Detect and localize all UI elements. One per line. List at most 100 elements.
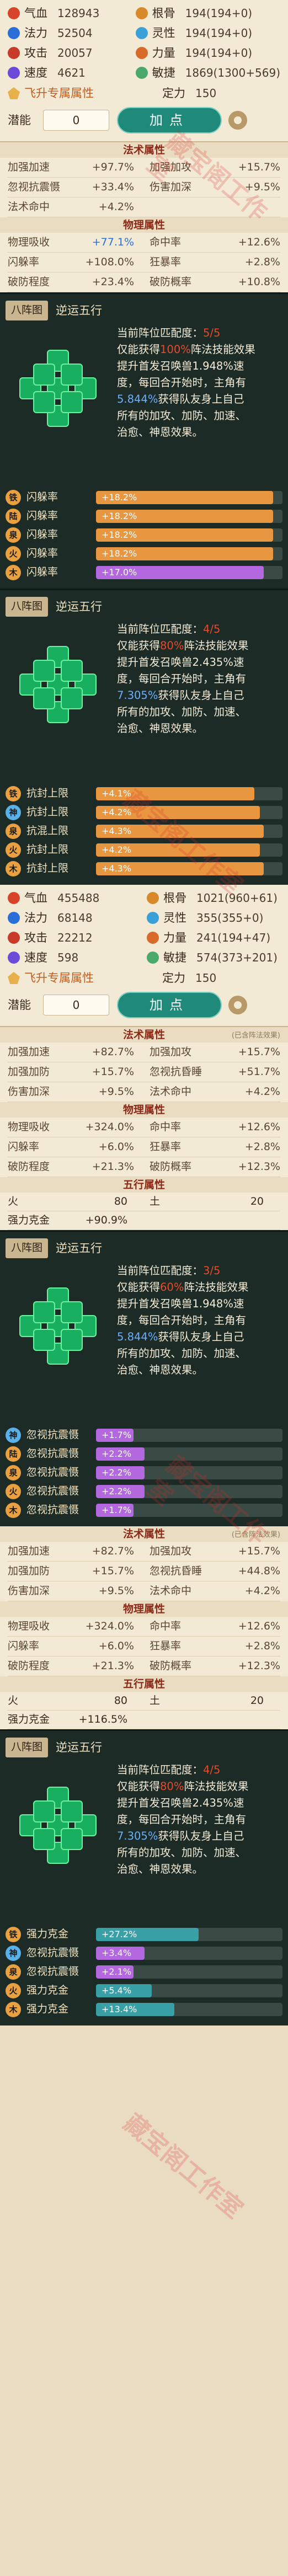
formation-panel: 八阵图 逆运五行 当前阵位匹配度：4/5 仅能获得80%阵法技能效果 提升首发召唤兽2.… xyxy=(0,589,288,885)
potential-input[interactable]: 0 xyxy=(43,110,109,131)
gear-icon[interactable] xyxy=(228,996,247,1014)
bar-value: +1.7% xyxy=(102,1430,132,1440)
desc-text: 80% xyxy=(160,1780,184,1793)
formation-cell[interactable] xyxy=(33,660,55,682)
dingli-value: 150 xyxy=(195,971,217,985)
bar-value: +4.3% xyxy=(102,863,132,874)
formation-bar-row: 木强力克金 +13.4% xyxy=(6,2000,282,2019)
bar-label: 强力克金 xyxy=(26,1928,69,1941)
attr-key: 伤害加深 xyxy=(8,1584,50,1597)
stat-label: 灵性 xyxy=(163,911,186,924)
formation-name: 逆运五行 xyxy=(56,600,103,613)
formation-cell[interactable] xyxy=(33,1301,55,1323)
formation-tag[interactable]: 八阵图 xyxy=(6,1738,49,1757)
formation-cell[interactable] xyxy=(33,687,55,709)
attr-cell: 忽视抗昏睡 +51.7% xyxy=(144,1062,280,1082)
stat-label: 根骨 xyxy=(152,6,175,20)
attr-key: 加强加攻 xyxy=(150,1544,192,1557)
formation-body: 当前阵位匹配度：3/5 仅能获得60%阵法技能效果 提升首发召唤兽1.948%速 度，… xyxy=(6,1263,282,1423)
formation-cell[interactable] xyxy=(61,391,83,413)
formation-bar-row: 火忽视抗震慑 +2.2% xyxy=(6,1482,282,1501)
formation-bars: 神忽视抗震慑 +1.7% 陆忽视抗震慑 +2.2% 泉忽视抗震慑 +2.2% 火忽视抗震慑 +… xyxy=(6,1426,282,1520)
stat-icon xyxy=(147,912,159,924)
stat-icon xyxy=(147,932,159,944)
page: 气血 128943 根骨 194(194+0) 法力 52504 灵性 194(194+0) 攻… xyxy=(0,0,288,2224)
stat-icon xyxy=(147,952,159,964)
stat-cell: 灵性 355(355+0) xyxy=(147,908,280,928)
desc-text: 治愈、神恩效果。 xyxy=(117,722,204,735)
attr-cell: 加强加速 +82.7% xyxy=(8,1043,144,1062)
formation-tag[interactable]: 八阵图 xyxy=(6,1238,49,1258)
stat-icon xyxy=(135,47,148,59)
stat-grid: 气血 128943 根骨 194(194+0) 法力 52504 灵性 194(194+0) 攻… xyxy=(8,3,280,83)
potential-input[interactable]: 0 xyxy=(43,995,109,1016)
formation-tag[interactable]: 八阵图 xyxy=(6,301,49,320)
formation-cell[interactable] xyxy=(61,687,83,709)
formation-cell[interactable] xyxy=(61,660,83,682)
attr-cell: 物理吸收 +77.1% xyxy=(8,233,144,253)
formation-cell[interactable] xyxy=(61,1828,83,1850)
formation-cell[interactable] xyxy=(33,1329,55,1351)
attr-key: 加强加速 xyxy=(8,161,50,173)
qiangli-cell: 强力克金 +116.5% xyxy=(8,1711,144,1729)
formation-bars: 铁闪躲率 +18.2% 陆闪躲率 +18.2% 泉闪躲率 +18.2% 火闪躲率 +18.2%… xyxy=(6,488,282,582)
wuxing-table: 火 80 土 20 强力克金 +116.5% xyxy=(0,1692,288,1729)
desc-text: 治愈、神恩效果。 xyxy=(117,1364,204,1376)
stat-cell: 力量 194(194+0) xyxy=(135,43,280,63)
formation-tag[interactable]: 八阵图 xyxy=(6,597,49,617)
attr-value: +9.5% xyxy=(98,1584,134,1597)
bar-value: +2.1% xyxy=(102,1966,132,1977)
wuxing-row: 火 80 土 20 xyxy=(8,1692,280,1711)
stat-label: 法力 xyxy=(24,911,47,924)
stats-card: 气血 128943 根骨 194(194+0) 法力 52504 灵性 194(194+0) 攻… xyxy=(0,0,288,142)
bar-track: +4.1% xyxy=(96,787,282,800)
desc-text: 7.305% xyxy=(117,1830,158,1842)
element-badge: 泉 xyxy=(6,1465,21,1481)
attr-cell: 破防概率 +10.8% xyxy=(144,272,280,292)
desc-text: 3/5 xyxy=(203,1264,221,1277)
stat-value: 194(194+0) xyxy=(185,26,253,40)
wuxing-cell: 土 20 xyxy=(144,1692,280,1710)
stat-cell: 灵性 194(194+0) xyxy=(135,23,280,43)
fashu-header-text: 法术属性 xyxy=(122,1029,165,1041)
attr-value: +44.8% xyxy=(238,1564,280,1577)
attr-cell: 狂暴率 +2.8% xyxy=(144,1137,280,1157)
wuxing-cell: 土 20 xyxy=(144,1193,280,1211)
formation-bar-row: 神忽视抗震慑 +3.4% xyxy=(6,1944,282,1963)
element-badge: 木 xyxy=(6,2002,21,2017)
element-badge: 铁 xyxy=(6,490,21,505)
stat-label: 攻击 xyxy=(24,46,47,60)
bar-label: 忽视抗震慑 xyxy=(26,1485,79,1498)
formation-cell[interactable] xyxy=(61,1800,83,1823)
element-badge: 木 xyxy=(6,1503,21,1518)
formation-description: 当前阵位匹配度：4/5 仅能获得80%阵法技能效果 提升首发召唤兽2.435%速 度，… xyxy=(110,621,248,781)
formation-cell[interactable] xyxy=(61,364,83,386)
attr-key: 物理吸收 xyxy=(8,1120,50,1133)
attr-key: 加强加防 xyxy=(8,1564,50,1577)
wuxing-element: 火 xyxy=(8,1195,19,1207)
wuxing-table: 火 80 土 20 强力克金 +90.9% xyxy=(0,1193,288,1230)
attr-value: +77.1% xyxy=(92,236,134,248)
element-badge: 木 xyxy=(6,861,21,877)
stat-value: 355(355+0) xyxy=(196,911,264,924)
formation-cell[interactable] xyxy=(33,391,55,413)
formation-cell[interactable] xyxy=(61,1301,83,1323)
attr-value: +21.3% xyxy=(92,1160,134,1173)
stat-icon xyxy=(8,67,20,79)
formation-cell[interactable] xyxy=(33,364,55,386)
desc-text: 治愈、神恩效果。 xyxy=(117,1863,204,1875)
gear-icon[interactable] xyxy=(228,111,247,130)
bar-label: 忽视抗震慑 xyxy=(26,1965,79,1978)
add-point-button[interactable]: 加点 xyxy=(117,992,222,1018)
formation-cell[interactable] xyxy=(33,1800,55,1823)
add-point-button[interactable]: 加点 xyxy=(117,107,222,133)
desc-text: 所有的加攻、加防、加速、 xyxy=(117,1846,247,1859)
attr-key: 忽视抗昏睡 xyxy=(150,1065,202,1078)
wuli-header: 物理属性 xyxy=(0,1601,288,1617)
formation-cell[interactable] xyxy=(33,1828,55,1850)
attr-value: +6.0% xyxy=(98,1140,134,1153)
stat-icon xyxy=(147,892,159,904)
formation-cell[interactable] xyxy=(61,1329,83,1351)
attr-key: 闪躲率 xyxy=(8,1639,40,1652)
bar-value: +4.3% xyxy=(102,826,132,836)
